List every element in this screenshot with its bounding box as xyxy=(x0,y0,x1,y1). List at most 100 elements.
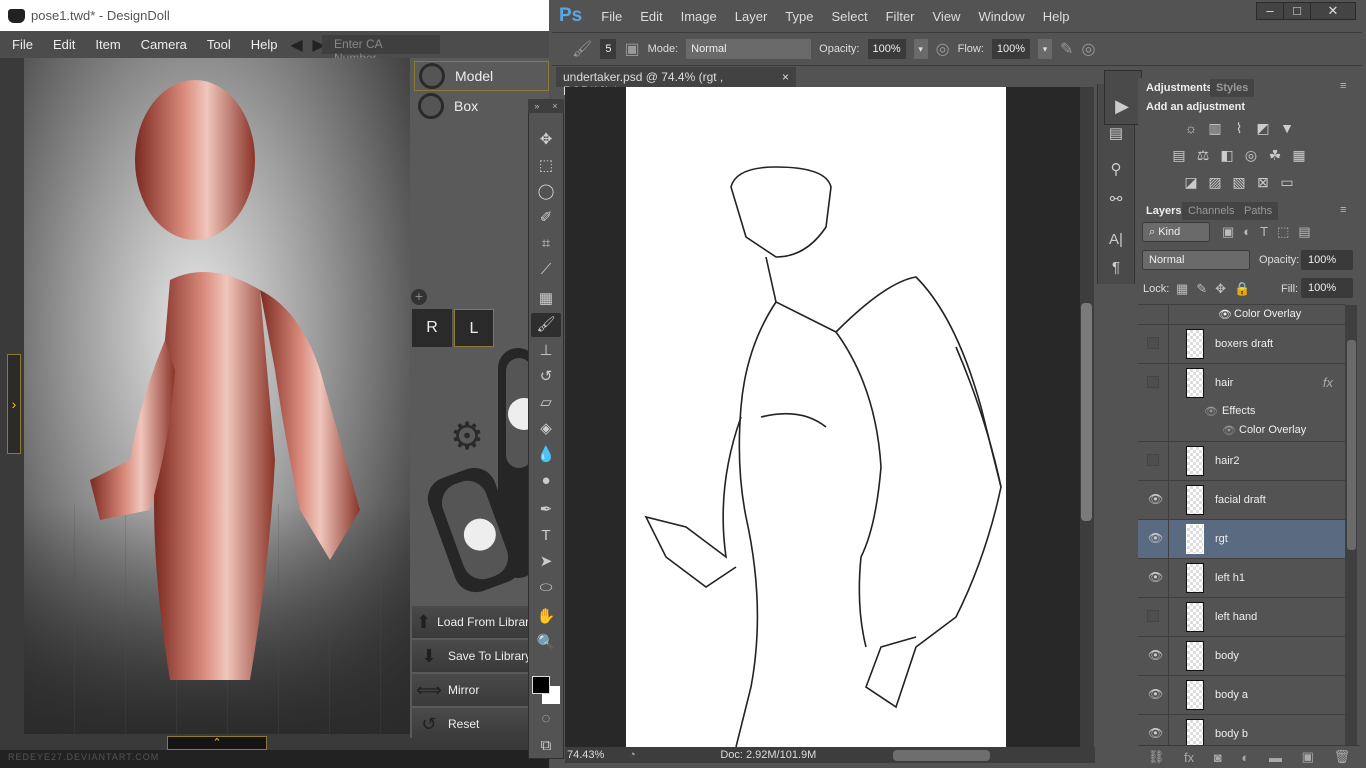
gear-icon[interactable]: ⚙ xyxy=(450,414,484,459)
tool-presets-icon[interactable]: ⚯ xyxy=(1106,190,1126,210)
object-model[interactable]: Model xyxy=(414,61,549,91)
spot-healing-tool[interactable]: ▦ xyxy=(531,287,561,311)
horizontal-scroll-thumb[interactable] xyxy=(893,750,990,761)
add-mask-icon[interactable]: ◙ xyxy=(1214,750,1222,765)
load-from-library-button[interactable]: ⬆ Load From Library xyxy=(412,606,532,638)
brush-tool[interactable]: 🖌 xyxy=(531,313,561,337)
flow-input[interactable]: 100% xyxy=(991,39,1031,59)
menu-help[interactable]: Help xyxy=(1034,9,1079,24)
close-tab-icon[interactable]: × xyxy=(782,70,789,84)
eye-icon[interactable]: 👁 xyxy=(1148,648,1163,662)
tab-layers[interactable]: Layers xyxy=(1140,202,1188,220)
tab-adjustments[interactable]: Adjustments xyxy=(1140,79,1219,97)
toolbox-header[interactable]: » × xyxy=(528,99,564,113)
visibility-toggle[interactable] xyxy=(1147,376,1159,388)
lock-icons[interactable]: ▦✎✥🔒 xyxy=(1176,281,1258,297)
history-brush-tool[interactable]: ↺ xyxy=(531,365,561,389)
doll-model[interactable] xyxy=(60,40,360,680)
layer-row[interactable]: left hand xyxy=(1138,597,1345,636)
color-balance-icon[interactable]: ⚖ xyxy=(1194,148,1212,162)
delete-layer-icon[interactable]: 🗑 xyxy=(1334,749,1351,765)
zoom-level[interactable]: 74.43% xyxy=(565,749,604,761)
foreground-color-swatch[interactable] xyxy=(532,676,550,694)
layer-filter-icons[interactable]: ▣◐T⬚▤ xyxy=(1222,224,1320,240)
layer-row[interactable]: boxers draft xyxy=(1138,324,1345,363)
menu-window[interactable]: Window xyxy=(969,9,1033,24)
mirror-button[interactable]: ⟺ Mirror xyxy=(412,674,532,706)
eye-icon[interactable]: 👁 xyxy=(1222,424,1236,437)
pen-tool[interactable]: ✒ xyxy=(531,498,561,522)
layer-row[interactable]: 👁 body b xyxy=(1138,714,1345,745)
type-tool[interactable]: T xyxy=(531,524,561,548)
paint-bucket-tool[interactable]: ◈ xyxy=(531,417,561,441)
new-layer-icon[interactable]: ▣ xyxy=(1302,749,1314,765)
document-canvas[interactable] xyxy=(626,87,1006,747)
status-icon[interactable]: ◔ xyxy=(612,749,652,761)
play-action-icon[interactable]: ▶ xyxy=(1112,96,1132,116)
opacity-input[interactable]: 100% xyxy=(867,39,906,59)
brush-preset-icon[interactable]: 🖌 xyxy=(572,39,592,59)
opacity-dropdown[interactable]: ▾ xyxy=(913,39,928,59)
paragraph-icon[interactable]: ¶ xyxy=(1106,259,1126,279)
selective-color-icon[interactable]: ⊠ xyxy=(1254,175,1272,189)
color-lookup-icon[interactable]: ▦ xyxy=(1290,148,1308,162)
collapse-icon[interactable]: » xyxy=(534,101,539,111)
brush-panel-icon[interactable]: ▣ xyxy=(624,39,639,59)
eye-icon[interactable]: 👁 xyxy=(1148,570,1163,584)
curves-icon[interactable]: ⌇ xyxy=(1230,121,1248,135)
bottom-panel-expander[interactable]: ⌃ xyxy=(167,736,267,750)
eye-icon[interactable]: 👁 xyxy=(1148,492,1163,506)
menu-filter[interactable]: Filter xyxy=(877,9,924,24)
menu-select[interactable]: Select xyxy=(822,9,876,24)
close-icon[interactable]: × xyxy=(552,101,557,111)
eye-icon[interactable]: 👁 xyxy=(1204,405,1218,418)
menu-layer[interactable]: Layer xyxy=(726,9,777,24)
airbrush-icon[interactable]: ✎ xyxy=(1060,39,1073,59)
hue-saturation-icon[interactable]: ▤ xyxy=(1170,148,1188,162)
fx-icon[interactable]: fx xyxy=(1323,375,1333,390)
posterize-icon[interactable]: ▨ xyxy=(1206,175,1224,189)
zoom-tool[interactable]: 🔍 xyxy=(531,631,561,655)
add-style-icon[interactable]: fx xyxy=(1184,750,1194,765)
brightness-contrast-icon[interactable]: ☼ xyxy=(1182,121,1200,135)
menu-view[interactable]: View xyxy=(924,9,970,24)
eye-icon[interactable]: 👁 xyxy=(1148,687,1163,701)
channel-mixer-icon[interactable]: ☘ xyxy=(1266,148,1284,162)
lasso-tool[interactable]: ◯ xyxy=(531,180,561,204)
save-to-library-button[interactable]: ⬇ Save To Library xyxy=(412,640,532,672)
threshold-icon[interactable]: ▧ xyxy=(1230,175,1248,189)
eye-icon[interactable]: 👁 xyxy=(1218,308,1232,321)
visibility-toggle[interactable] xyxy=(1147,610,1159,622)
invert-icon[interactable]: ◪ xyxy=(1182,175,1200,189)
screen-mode-icon[interactable]: ⧉ xyxy=(531,734,561,758)
blend-mode-select[interactable]: Normal xyxy=(1142,250,1250,270)
eyedropper-tool[interactable]: ⟋ xyxy=(531,258,561,282)
layer-row[interactable]: hair fx 👁 Effects 👁 Color Overlay xyxy=(1138,363,1345,441)
filter-kind-select[interactable]: ⌕ Kind xyxy=(1142,222,1210,242)
fill-input[interactable]: 100% xyxy=(1301,278,1353,298)
add-object-button[interactable]: + xyxy=(411,289,427,305)
tab-styles[interactable]: Styles xyxy=(1210,79,1255,97)
dodge-tool[interactable]: ● xyxy=(531,469,561,493)
eye-icon[interactable]: 👁 xyxy=(1148,726,1163,740)
exposure-icon[interactable]: ◩ xyxy=(1254,121,1272,135)
mode-select[interactable]: Normal xyxy=(686,39,812,59)
layer-row[interactable]: 👁 body xyxy=(1138,636,1345,675)
photo-filter-icon[interactable]: ◎ xyxy=(1242,148,1260,162)
layer-opacity-input[interactable]: 100% xyxy=(1301,250,1353,270)
document-tab[interactable]: undertaker.psd @ 74.4% (rgt , RGB/16) * … xyxy=(556,67,796,98)
left-hand-button[interactable]: L xyxy=(454,309,494,347)
layers-scroll-thumb[interactable] xyxy=(1347,340,1356,550)
visibility-toggle[interactable] xyxy=(1147,337,1159,349)
blur-tool[interactable]: 💧 xyxy=(531,443,561,467)
pressure-size-icon[interactable]: ◎ xyxy=(1081,39,1095,59)
clone-stamp-tool[interactable]: ⊥ xyxy=(531,339,561,363)
left-panel-expander[interactable]: › xyxy=(7,354,21,454)
quick-mask-icon[interactable]: ◌ xyxy=(531,707,561,731)
hand-tool[interactable]: ✋ xyxy=(531,605,561,629)
vertical-scroll-thumb[interactable] xyxy=(1081,303,1092,521)
right-hand-button[interactable]: R xyxy=(412,309,452,347)
new-group-icon[interactable]: ▬ xyxy=(1269,750,1282,765)
character-icon[interactable]: A| xyxy=(1106,231,1126,251)
brush-presets-icon[interactable]: ▤ xyxy=(1106,124,1126,144)
